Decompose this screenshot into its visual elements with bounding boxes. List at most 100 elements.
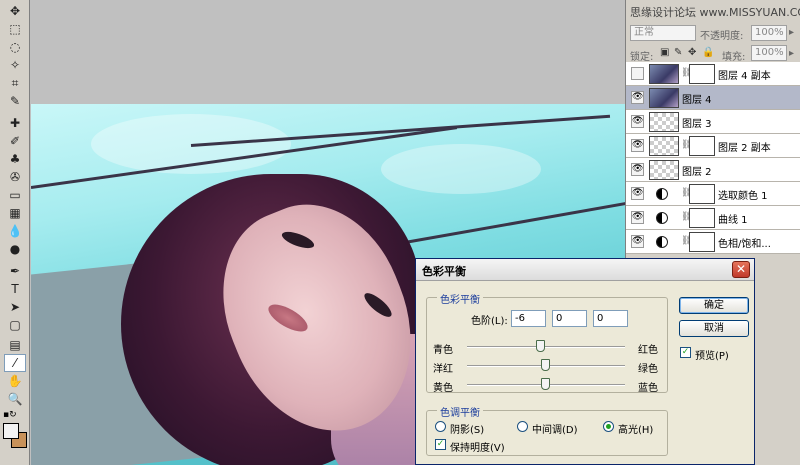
tone-balance-group: 色调平衡 ✓ 保持明度(V) 阴影(S) 中间调(D) 高光(H) [426,404,668,456]
color-balance-group: 色彩平衡 色阶(L): -6 0 0 青色 红色 洋红 绿色 黄色 蓝色 [426,291,668,394]
close-icon[interactable]: ✕ [732,261,750,278]
adjustment-layer-icon [656,212,668,224]
opacity-input[interactable]: 100% [751,25,787,41]
layer-row[interactable]: 👁 ⛓ 图层 2 副本 [626,134,800,158]
ok-button[interactable]: 确定 [679,297,749,314]
cancel-button[interactable]: 取消 [679,320,749,337]
move-icon[interactable]: ✥ [4,2,26,20]
hand-icon[interactable]: ✋ [4,372,26,390]
fill-label: 填充: [722,52,746,63]
preview-checkbox[interactable]: ✓ [680,347,691,358]
color-slider-thumb[interactable] [541,378,550,390]
slider-left-label: 黄色 [433,383,453,394]
layer-row[interactable]: 👁 ⛓ 曲线 1 [626,206,800,230]
visibility-eye-icon[interactable] [631,67,644,80]
level-input-yellow-blue[interactable]: 0 [593,310,628,327]
color-slider-thumb[interactable] [541,359,550,371]
color-balance-group-title: 色彩平衡 [437,291,483,306]
visibility-eye-icon[interactable]: 👁 [631,235,644,248]
swap-colors-icon[interactable]: ▪↻ [3,410,17,420]
healing-icon[interactable]: ✚ [4,114,26,132]
brush-icon[interactable]: ✐ [4,132,26,150]
visibility-eye-icon[interactable]: 👁 [631,163,644,176]
preview-label[interactable]: 预览(P) [695,347,729,362]
slider-right-label: 红色 [638,345,658,356]
layer-name: 图层 2 副本 [718,143,771,154]
dialog-titlebar[interactable]: 色彩平衡 ✕ [416,259,754,281]
magic-wand-icon[interactable]: ✧ [4,56,26,74]
visibility-eye-icon[interactable]: 👁 [631,91,644,104]
layer-row[interactable]: 👁 图层 2 [626,158,800,182]
toolbox: ✥ ⬚ ◌ ✧ ⌗ ✎ ✚ ✐ ♣ ✇ ▭ ▦ 💧 ● ✒ T ➤ ▢ ▤ ⁄ ✋ 🔍 ▪↻ [0,0,30,465]
lock-position-icon[interactable]: ✥ [688,47,696,58]
layer-thumbnail[interactable] [649,64,679,84]
level-input-cyan-red[interactable]: -6 [511,310,546,327]
blend-mode-select[interactable]: 正常 [630,25,696,41]
layer-row[interactable]: 👁 ⛓ 选取颜色 1 [626,182,800,206]
layer-name: 选取颜色 1 [718,191,768,202]
tone-radio[interactable] [603,421,614,432]
tone-radio[interactable] [435,421,446,432]
layer-row[interactable]: 👁 图层 4 [626,86,800,110]
layer-row[interactable]: 👁 ⛓ 色相/饱和... [626,230,800,254]
visibility-eye-icon[interactable]: 👁 [631,187,644,200]
pen-icon[interactable]: ✒ [4,262,26,280]
marquee-icon[interactable]: ⬚ [4,20,26,38]
level-input-magenta-green[interactable]: 0 [552,310,587,327]
eyedropper-icon[interactable]: ✎ [4,92,26,110]
gradient-icon[interactable]: ▦ [4,204,26,222]
path-select-icon[interactable]: ➤ [4,298,26,316]
opacity-label: 不透明度: [700,31,744,42]
layer-mask-thumbnail[interactable] [689,232,715,252]
layer-mask-thumbnail[interactable] [689,208,715,228]
visibility-eye-icon[interactable]: 👁 [631,139,644,152]
fill-value: 100% [755,47,784,58]
adjustment-layer-icon [656,188,668,200]
layer-name: 图层 4 副本 [718,71,771,82]
lock-all-icon[interactable]: 🔒 [702,47,714,58]
dialog-title: 色彩平衡 [422,265,466,278]
color-slider-thumb[interactable] [536,340,546,352]
layer-thumbnail[interactable] [649,112,679,132]
eraser-icon[interactable]: ▭ [4,186,26,204]
dodge-icon[interactable]: ● [4,240,26,258]
layer-row[interactable]: 👁 图层 3 [626,110,800,134]
foreground-color-swatch[interactable] [3,423,19,439]
zoom-icon[interactable]: 🔍 [4,390,26,408]
tone-balance-group-title: 色调平衡 [437,404,483,419]
stamp-icon[interactable]: ♣ [4,150,26,168]
lock-transparent-icon[interactable]: ▣ [660,47,669,58]
slider-right-label: 蓝色 [638,383,658,394]
lasso-icon[interactable]: ◌ [4,38,26,56]
layer-mask-thumbnail[interactable] [689,184,715,204]
visibility-eye-icon[interactable]: 👁 [631,211,644,224]
crop-icon[interactable]: ⌗ [4,74,26,92]
layer-thumbnail[interactable] [649,136,679,156]
history-brush-icon[interactable]: ✇ [4,168,26,186]
layer-mask-thumbnail[interactable] [689,136,715,156]
shape-icon[interactable]: ▢ [4,316,26,334]
layer-name: 图层 3 [682,119,712,130]
layer-thumbnail[interactable] [649,160,679,180]
tone-label[interactable]: 阴影(S) [450,421,484,436]
color-slider-track[interactable] [467,346,625,348]
layer-row[interactable]: ⛓ 图层 4 副本 [626,62,800,86]
layer-thumbnail[interactable] [649,88,679,108]
tone-label[interactable]: 高光(H) [618,421,653,436]
preserve-luminosity-checkbox[interactable]: ✓ [435,439,446,450]
tone-radio[interactable] [517,421,528,432]
eyedropper-active-icon[interactable]: ⁄ [4,354,26,372]
levels-label: 色阶(L): [471,316,508,327]
layer-name: 图层 2 [682,167,712,178]
visibility-eye-icon[interactable]: 👁 [631,115,644,128]
opacity-arrow-icon[interactable]: ▸ [789,27,794,38]
type-icon[interactable]: T [4,280,26,298]
tone-label[interactable]: 中间调(D) [532,421,578,436]
notes-icon[interactable]: ▤ [4,336,26,354]
lock-image-icon[interactable]: ✎ [674,47,682,58]
layer-mask-thumbnail[interactable] [689,64,715,84]
fill-arrow-icon[interactable]: ▸ [789,48,794,59]
fill-input[interactable]: 100% [751,45,787,61]
preserve-luminosity-label[interactable]: 保持明度(V) [450,439,505,454]
blur-icon[interactable]: 💧 [4,222,26,240]
